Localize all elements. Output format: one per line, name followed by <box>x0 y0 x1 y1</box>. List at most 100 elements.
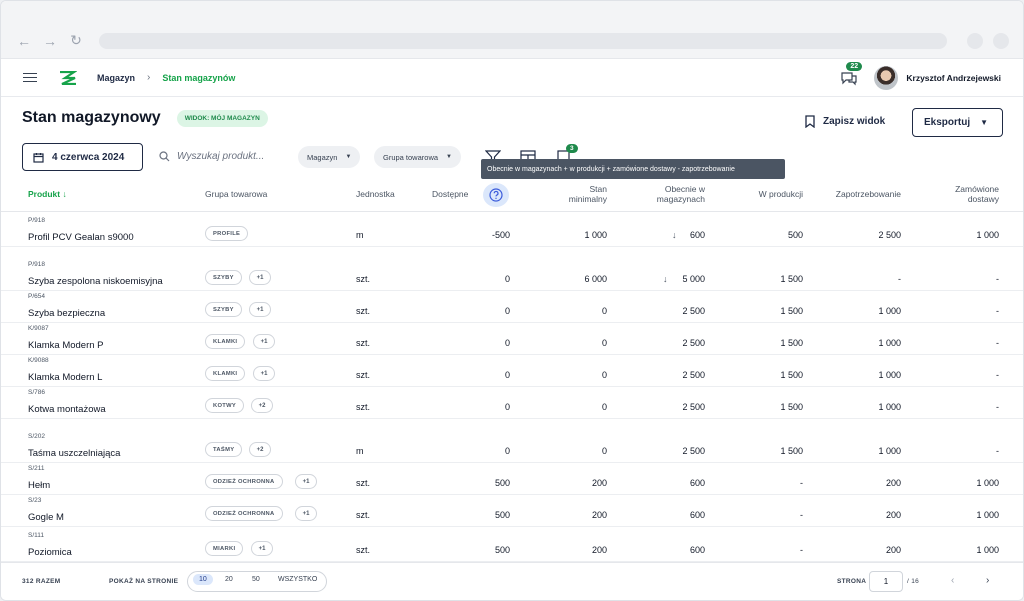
product-sku: S/786 <box>28 389 45 396</box>
column-in-production[interactable]: W produkcji <box>759 189 803 199</box>
table-row[interactable]: P/918 Szyba zespolona niskoemisyjna SZYBY +… <box>1 247 1023 291</box>
group-filter[interactable]: Grupa towarowa ▼ <box>374 146 461 168</box>
column-available[interactable]: Dostępne <box>432 189 468 199</box>
ordered-cell: - <box>996 446 999 456</box>
min-stock-cell: 0 <box>601 306 607 316</box>
column-min-stock[interactable]: Stan minimalny <box>569 184 607 204</box>
available-cell: 500 <box>494 510 510 520</box>
group-tag[interactable]: SZYBY <box>205 302 242 317</box>
reload-icon[interactable]: ↻ <box>67 32 85 50</box>
demand-cell: 1 000 <box>878 402 901 412</box>
group-tag[interactable]: SZYBY <box>205 270 242 285</box>
browser-menu-icon[interactable] <box>993 32 1009 49</box>
more-groups-badge[interactable]: +1 <box>249 270 271 285</box>
more-groups-badge[interactable]: +1 <box>251 541 273 556</box>
save-view-button[interactable]: Zapisz widok <box>805 115 885 128</box>
per-page-20[interactable]: 20 <box>225 576 233 583</box>
product-sku: S/111 <box>28 532 45 539</box>
chat-button[interactable]: 22 <box>840 61 863 86</box>
product-name[interactable]: Taśma uszczelniająca <box>28 448 120 459</box>
address-bar[interactable] <box>99 32 947 49</box>
column-min-stock-line2: minimalny <box>568 194 607 204</box>
demand-cell: 1 000 <box>878 338 901 348</box>
export-button[interactable]: Eksportuj ▼ <box>912 108 1003 137</box>
table-row[interactable]: S/111 Poziomica MIARKI +1 szt. 500 200 600 - 200 1… <box>1 527 1023 562</box>
column-product[interactable]: Produkt ↓ <box>28 189 67 199</box>
page-number-input[interactable]: 1 <box>869 571 903 592</box>
column-demand[interactable]: Zapotrzebowanie <box>836 189 901 199</box>
browser-extension-icon[interactable] <box>967 32 983 49</box>
group-tag[interactable]: MIARKI <box>205 541 244 556</box>
column-ordered[interactable]: Zamówione dostawy <box>955 184 999 204</box>
available-cell: 0 <box>504 274 510 284</box>
ordered-cell: - <box>996 402 999 412</box>
product-name[interactable]: Kotwa montażowa <box>28 404 106 415</box>
column-group[interactable]: Grupa towarowa <box>205 189 267 199</box>
search-placeholder: Wyszukaj produkt... <box>177 151 265 162</box>
table-row[interactable]: K/9087 Klamka Modern P KLAMKI +1 szt. 0 0 2 500… <box>1 323 1023 355</box>
avatar[interactable] <box>874 65 899 90</box>
group-tag[interactable]: PROFILE <box>205 226 249 241</box>
group-tag[interactable]: KLAMKI <box>205 366 246 381</box>
menu-icon[interactable] <box>23 72 37 83</box>
forward-icon[interactable]: → <box>41 32 59 50</box>
in-production-cell: - <box>800 545 803 555</box>
available-cell: 0 <box>504 402 510 412</box>
group-tag[interactable]: KLAMKI <box>205 334 246 349</box>
date-label: 4 czerwca 2024 <box>52 151 125 163</box>
logo-icon[interactable] <box>59 70 77 85</box>
group-tag[interactable]: KOTWY <box>205 398 245 413</box>
more-groups-badge[interactable]: +1 <box>295 506 317 521</box>
product-name[interactable]: Klamka Modern L <box>28 372 102 383</box>
group-tag[interactable]: ODZIEŻ OCHRONNA <box>205 474 283 489</box>
user-name[interactable]: Krzysztof Andrzejewski <box>906 73 1001 83</box>
product-name[interactable]: Szyba zespolona niskoemisyjna <box>28 276 163 287</box>
table-row[interactable]: S/202 Taśma uszczelniająca TAŚMY +2 m 0 0 2 500… <box>1 419 1023 463</box>
chat-icon <box>841 71 857 85</box>
group-tag[interactable]: ODZIEŻ OCHRONNA <box>205 506 283 521</box>
table-row[interactable]: S/23 Gogle M ODZIEŻ OCHRONNA +1 szt. 500 200 60… <box>1 495 1023 527</box>
table-header: Produkt ↓ Grupa towarowa Jednostka Dostę… <box>1 179 1023 212</box>
more-groups-badge[interactable]: +1 <box>253 334 275 349</box>
more-groups-badge[interactable]: +2 <box>249 442 271 457</box>
product-name[interactable]: Klamka Modern P <box>28 340 104 351</box>
group-tag[interactable]: TAŚMY <box>205 442 243 457</box>
table-row[interactable]: K/9088 Klamka Modern L KLAMKI +1 szt. 0 0 2 500… <box>1 355 1023 387</box>
product-name[interactable]: Hełm <box>28 480 50 491</box>
more-groups-badge[interactable]: +2 <box>251 398 273 413</box>
product-name[interactable]: Poziomica <box>28 547 72 558</box>
product-name[interactable]: Szyba bezpieczna <box>28 308 105 319</box>
per-page-50[interactable]: 50 <box>252 576 260 583</box>
browser-titlebar <box>1 1 1023 23</box>
per-page-all[interactable]: WSZYSTKO <box>278 576 317 583</box>
available-help-button[interactable] <box>483 183 509 207</box>
column-in-warehouses[interactable]: Obecnie w magazynach <box>657 184 705 204</box>
product-name[interactable]: Profil PCV Gealan s9000 <box>28 232 134 243</box>
in-production-cell: 1 500 <box>780 306 803 316</box>
notification-badge: 22 <box>846 61 863 71</box>
warehouse-filter[interactable]: Magazyn ▼ <box>298 146 361 168</box>
demand-cell: 200 <box>885 545 901 555</box>
column-unit[interactable]: Jednostka <box>356 189 395 199</box>
per-page-10[interactable]: 10 <box>193 574 213 585</box>
table-row[interactable]: P/918 Profil PCV Gealan s9000 PROFILE m -500… <box>1 214 1023 247</box>
in-production-cell: 1 500 <box>780 274 803 284</box>
table-row[interactable]: P/654 Szyba bezpieczna SZYBY +1 szt. 0 0 2 500 1… <box>1 291 1023 323</box>
demand-cell: 1 000 <box>878 446 901 456</box>
more-groups-badge[interactable]: +1 <box>253 366 275 381</box>
breadcrumb-magazyn[interactable]: Magazyn <box>97 73 135 83</box>
date-picker-button[interactable]: 4 czerwca 2024 <box>22 143 143 171</box>
product-name[interactable]: Gogle M <box>28 512 64 523</box>
chevron-right-icon[interactable]: › <box>986 575 989 586</box>
search-input[interactable]: Wyszukaj produkt... <box>159 151 264 162</box>
more-groups-badge[interactable]: +1 <box>249 302 271 317</box>
save-view-label: Zapisz widok <box>823 116 886 127</box>
ordered-cell: 1 000 <box>976 545 999 555</box>
chevron-left-icon[interactable]: ‹ <box>951 575 954 586</box>
back-icon[interactable]: ← <box>15 32 33 50</box>
unit-cell: szt. <box>356 338 371 348</box>
table-row[interactable]: S/211 Hełm ODZIEŻ OCHRONNA +1 szt. 500 200 600 -… <box>1 463 1023 495</box>
table-row[interactable]: S/786 Kotwa montażowa KOTWY +2 szt. 0 0 2 500 1 … <box>1 387 1023 419</box>
filters-badge: 3 <box>566 144 578 153</box>
more-groups-badge[interactable]: +1 <box>295 474 317 489</box>
